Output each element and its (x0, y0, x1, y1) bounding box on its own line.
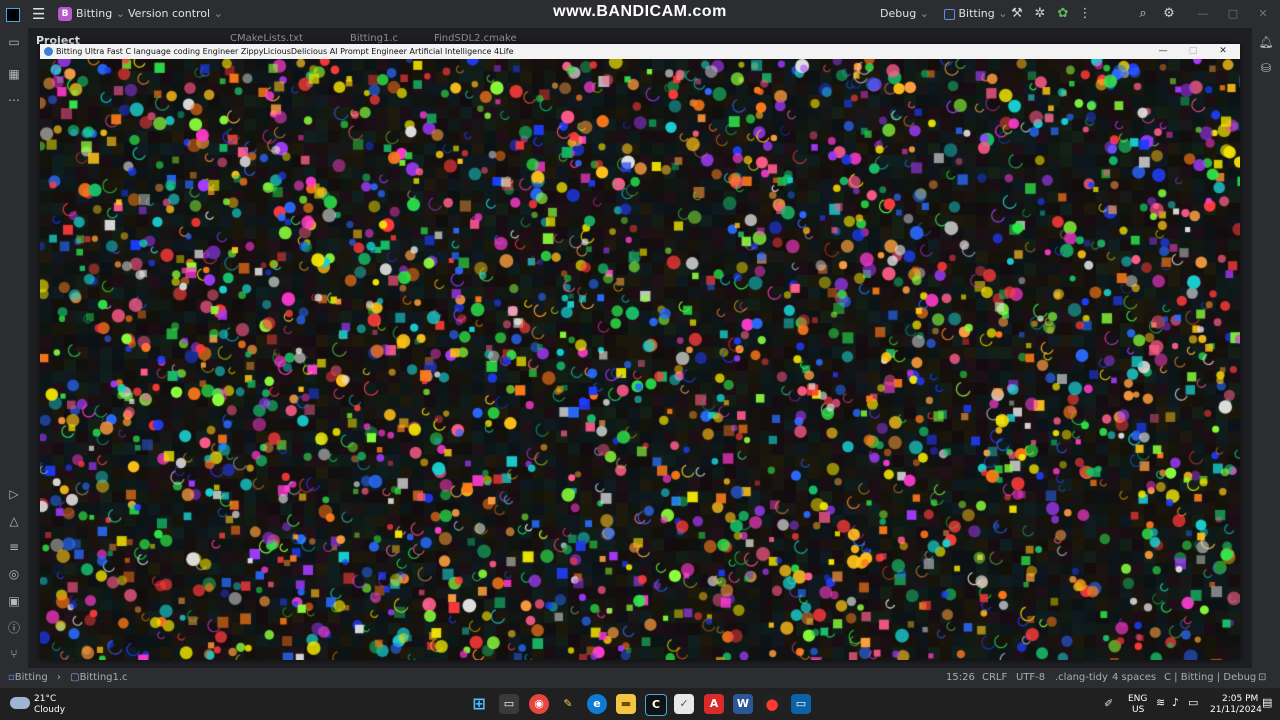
breadcrumb-project-icon: ▫ (8, 672, 15, 683)
project-folder-icon[interactable]: ▭ (4, 32, 24, 52)
language-top: ENG (1128, 694, 1148, 704)
app-close-button[interactable]: ✕ (1208, 44, 1238, 59)
debug-bug-icon[interactable]: ✲ (1031, 5, 1049, 23)
sprite-blit-canvas[interactable] (40, 59, 1240, 660)
run-tool-icon[interactable]: ▷ (4, 484, 24, 504)
word-icon[interactable]: W (733, 694, 753, 714)
ide-minimize-button[interactable]: — (1188, 0, 1218, 28)
info-icon[interactable]: ⓘ (4, 618, 24, 638)
build-config-selector[interactable]: Debug ⌄ (880, 0, 929, 28)
app-maximize-button[interactable]: □ (1178, 44, 1208, 59)
left-tool-strip: ▭ ▦ ⋯ ▷ △ ≡ ◎ ▣ ⓘ ⑂ (0, 28, 28, 668)
clock-date[interactable]: 21/11/2024 (1210, 705, 1262, 715)
app-window-title: Bitting Ultra Fast C language coding Eng… (56, 47, 514, 56)
wifi-icon[interactable]: ≋ (1156, 696, 1165, 709)
chevron-right-icon: › (56, 672, 61, 683)
app-minimize-button[interactable]: — (1148, 44, 1178, 59)
status-bar: ▫Bitting › ▢Bitting1.c 15:26 CRLF UTF-8 … (0, 668, 1280, 688)
ide-close-button[interactable]: ✕ (1248, 0, 1278, 28)
clion-icon[interactable]: C (645, 694, 667, 716)
terminal-icon[interactable]: ▣ (4, 591, 24, 611)
cloudy-weather-icon[interactable] (10, 697, 30, 709)
chrome-icon[interactable]: ◉ (529, 694, 549, 714)
lock-icon[interactable]: ⊡ (1258, 668, 1266, 688)
settings-gear-icon[interactable]: ⚙ (1160, 5, 1178, 23)
file-encoding[interactable]: UTF-8 (1016, 668, 1045, 688)
edge-icon[interactable]: e (587, 694, 607, 714)
more-tools-icon[interactable]: ⋯ (4, 90, 24, 110)
app-titlebar[interactable]: Bitting Ultra Fast C language coding Eng… (40, 44, 1240, 59)
indent-setting[interactable]: 4 spaces (1112, 668, 1156, 688)
app-window-taskbar-icon[interactable]: ▭ (791, 694, 811, 714)
sticky-app-icon[interactable]: ✎ (558, 694, 578, 714)
task-view-icon[interactable]: ▭ (499, 694, 519, 714)
cursor-position[interactable]: 15:26 (946, 668, 975, 688)
chevron-down-icon: ⌄ (998, 7, 1008, 20)
right-tool-strip: 🔔︎ ⛁ (1252, 28, 1280, 668)
bandicam-record-icon[interactable]: ● (762, 694, 782, 714)
notification-icon[interactable]: ▤ (1262, 696, 1272, 709)
breadcrumb[interactable]: ▫Bitting › ▢Bitting1.c (8, 668, 128, 688)
ide-titlebar: ☰ B Bitting ⌄ Version control ⌄ www.BANDI… (0, 0, 1280, 28)
clock-time[interactable]: 2:05 PM (1222, 694, 1258, 704)
database-icon[interactable]: ⛁ (1256, 58, 1276, 78)
search-icon[interactable]: ⌕ (1134, 5, 1152, 23)
todo-icon[interactable]: ≡ (4, 537, 24, 557)
services-icon[interactable]: ◎ (4, 564, 24, 584)
problems-icon[interactable]: △ (4, 511, 24, 531)
breadcrumb-file-icon: ▢ (70, 672, 80, 683)
breadcrumb-file: Bitting1.c (79, 672, 128, 683)
pen-icon[interactable]: ✐ (1104, 697, 1113, 710)
structure-icon[interactable]: ▦ (4, 64, 24, 84)
line-ending[interactable]: CRLF (982, 668, 1007, 688)
taskbar: 21°C Cloudy ⊞ ▭ ◉ ✎ e ▬ C ✓ A W ● ▭ ✐ EN… (0, 688, 1280, 720)
notifications-bell-icon[interactable]: 🔔︎ (1256, 32, 1276, 52)
context-selector[interactable]: C | Bitting | Debug (1164, 668, 1256, 688)
pdf-reader-icon[interactable]: A (704, 694, 724, 714)
breadcrumb-project: Bitting (14, 672, 48, 683)
ide-maximize-button[interactable]: □ (1218, 0, 1248, 28)
chevron-down-icon: ⌄ (919, 7, 929, 20)
build-config-label: Debug (880, 7, 917, 20)
run-icon[interactable]: ✿ (1054, 5, 1072, 23)
more-actions-icon[interactable]: ⋮ (1076, 5, 1094, 23)
weather-condition: Cloudy (34, 705, 66, 715)
notepad-icon[interactable]: ✓ (674, 694, 694, 714)
run-target-label: Bitting (958, 7, 995, 20)
weather-temperature: 21°C (34, 694, 57, 704)
start-windows-icon[interactable]: ⊞ (469, 694, 489, 714)
language-bottom: US (1132, 705, 1145, 715)
linter-status[interactable]: .clang-tidy (1055, 668, 1108, 688)
git-branch-icon[interactable]: ⑂ (4, 644, 24, 664)
volume-icon[interactable]: ♪ (1172, 696, 1179, 709)
build-hammer-icon[interactable]: ⚒ (1008, 5, 1026, 23)
app-window[interactable]: Bitting Ultra Fast C language coding Eng… (40, 44, 1240, 660)
run-target-selector[interactable]: Bitting ⌄ (944, 0, 1007, 28)
file-explorer-icon[interactable]: ▬ (616, 694, 636, 714)
app-icon (44, 47, 53, 56)
run-target-icon (944, 8, 955, 20)
battery-icon[interactable]: ▭ (1188, 696, 1198, 709)
